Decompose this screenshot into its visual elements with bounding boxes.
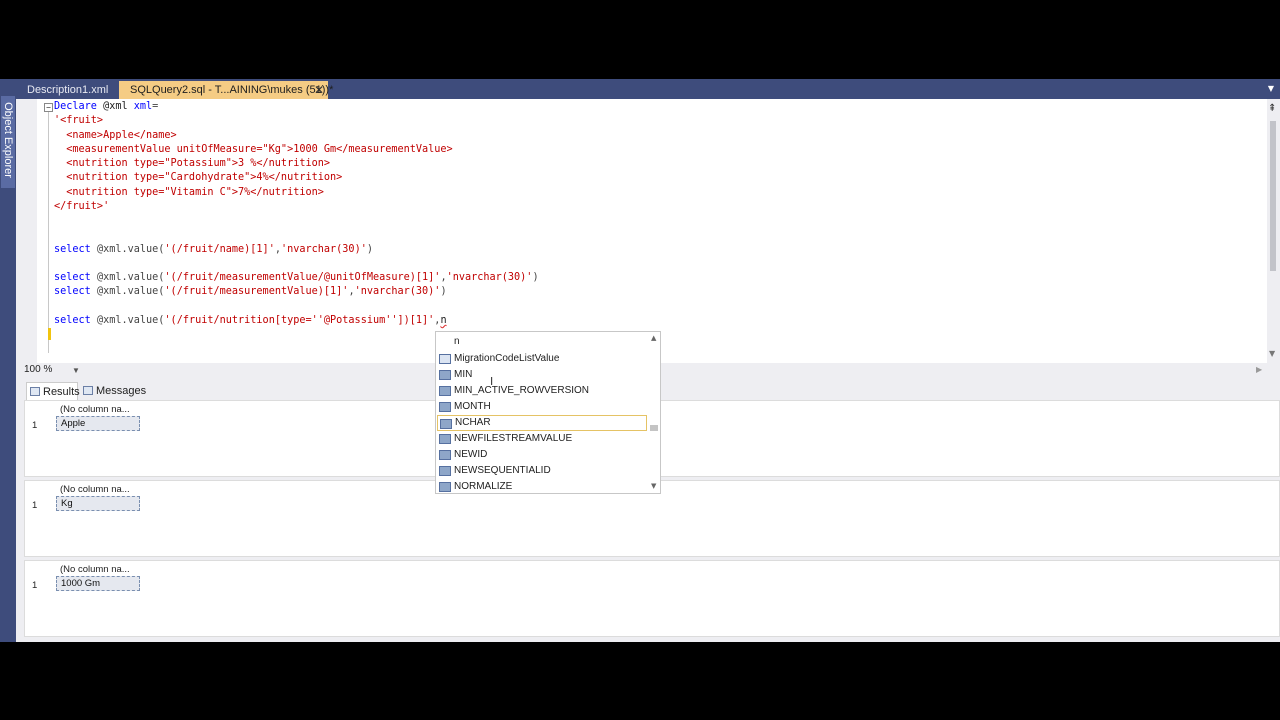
tab-messages[interactable]: Messages xyxy=(82,382,152,400)
split-icon[interactable]: ⇞ xyxy=(1268,103,1276,114)
completion-item[interactable]: MIN xyxy=(437,367,647,383)
completion-item[interactable]: NEWFILESTREAMVALUE xyxy=(437,431,647,447)
code-line: <name>Apple</name> xyxy=(54,130,177,141)
tab-overflow-chevron-icon[interactable]: ▼ xyxy=(1268,84,1274,93)
completion-item[interactable]: NEWSEQUENTIALID xyxy=(437,463,647,479)
intellisense-filter-text: n xyxy=(454,336,460,347)
function-icon xyxy=(440,419,452,429)
function-icon xyxy=(439,482,451,492)
chevron-down-icon: ▼ xyxy=(72,366,80,375)
document-tab-strip: Description1.xml SQLQuery2.sql - T...AIN… xyxy=(16,79,1280,99)
editor-vertical-scrollbar[interactable]: ⇞ ▼ xyxy=(1267,99,1280,363)
function-icon xyxy=(439,386,451,396)
function-icon xyxy=(439,466,451,476)
code-line: <nutrition type="Vitamin C">7%</nutritio… xyxy=(54,187,324,198)
result-grid[interactable]: (No column na... 1 1000 Gm xyxy=(24,560,1280,637)
completion-item-selected[interactable]: NCHAR xyxy=(437,415,647,431)
scroll-down-icon[interactable]: ▼ xyxy=(651,482,656,490)
object-explorer-label: Object Explorer xyxy=(2,102,14,178)
zoom-select[interactable]: 100 % ▼ xyxy=(24,364,80,378)
result-cell[interactable]: Kg xyxy=(56,496,140,511)
row-number[interactable]: 1 xyxy=(32,580,37,591)
completion-label: MIN xyxy=(454,369,473,380)
tab-messages-label: Messages xyxy=(96,385,147,397)
collapse-icon[interactable]: − xyxy=(44,103,53,112)
completion-label: MigrationCodeListValue xyxy=(454,353,560,364)
tab-description-xml[interactable]: Description1.xml xyxy=(16,81,124,99)
change-marker xyxy=(48,328,51,340)
close-icon[interactable]: ✕ xyxy=(314,81,324,99)
code-line: <nutrition type="Potassium">3 %</nutriti… xyxy=(54,158,331,169)
function-icon xyxy=(439,434,451,444)
outline-guide xyxy=(48,103,49,353)
row-number[interactable]: 1 xyxy=(32,500,37,511)
code-line: select @xml.value('(/fruit/name)[1]','nv… xyxy=(54,244,373,255)
scroll-down-icon[interactable]: ▼ xyxy=(1269,349,1275,358)
completion-label: NEWID xyxy=(454,449,488,460)
completion-label: NEWFILESTREAMVALUE xyxy=(454,433,573,444)
result-cell[interactable]: Apple xyxy=(56,416,140,431)
tab-label: SQLQuery2.sql - T...AINING\mukes (51))* xyxy=(130,84,334,96)
messages-icon xyxy=(83,386,93,395)
code-line: <nutrition type="Cardohydrate">4%</nutri… xyxy=(54,172,343,183)
type-icon xyxy=(439,354,451,364)
scrollbar-thumb[interactable] xyxy=(650,425,658,431)
scroll-up-icon[interactable]: ▲ xyxy=(651,334,656,342)
intellisense-scrollbar[interactable]: ▲ ▼ xyxy=(648,332,660,493)
completion-item[interactable]: MONTH xyxy=(437,399,647,415)
row-number[interactable]: 1 xyxy=(32,420,37,431)
code-line: '<fruit> xyxy=(54,115,104,126)
code-line: <measurementValue unitOfMeasure="Kg">100… xyxy=(54,144,453,155)
grid-icon xyxy=(30,387,40,396)
ssms-window: Object Explorer Description1.xml SQLQuer… xyxy=(0,79,1280,642)
tab-sqlquery2[interactable]: SQLQuery2.sql - T...AINING\mukes (51))* … xyxy=(119,81,333,99)
tab-results[interactable]: Results xyxy=(26,382,80,400)
query-editor[interactable]: − Declare @xml xml= '<fruit> <name>Apple… xyxy=(37,99,1267,363)
code-line: </fruit>' xyxy=(54,201,110,212)
scroll-right-icon[interactable]: ▶ xyxy=(1256,365,1262,374)
completion-label: MONTH xyxy=(454,401,491,412)
code-line: Declare @xml xml= xyxy=(54,101,159,112)
completion-item[interactable]: MIN_ACTIVE_ROWVERSION xyxy=(437,383,647,399)
completion-item[interactable]: MigrationCodeListValue xyxy=(437,351,647,367)
code-line-current: select @xml.value('(/fruit/nutrition[typ… xyxy=(54,315,447,326)
object-explorer-strip: Object Explorer xyxy=(0,79,16,642)
completion-label: MIN_ACTIVE_ROWVERSION xyxy=(454,385,590,396)
object-explorer-tab[interactable]: Object Explorer xyxy=(1,96,15,188)
completion-item[interactable]: NEWID xyxy=(437,447,647,463)
completion-item[interactable]: NORMALIZE xyxy=(437,479,647,495)
function-icon xyxy=(439,370,451,380)
function-icon xyxy=(439,450,451,460)
result-cell[interactable]: 1000 Gm xyxy=(56,576,140,591)
code-line: select @xml.value('(/fruit/measurementVa… xyxy=(54,286,447,297)
code-line: select @xml.value('(/fruit/measurementVa… xyxy=(54,272,539,283)
text-cursor-icon: I xyxy=(490,375,494,388)
intellisense-list[interactable]: MigrationCodeListValue MIN MIN_ACTIVE_RO… xyxy=(437,351,647,495)
tab-label: Description1.xml xyxy=(27,84,109,96)
completion-label: NEWSEQUENTIALID xyxy=(454,465,551,476)
completion-label: NORMALIZE xyxy=(454,481,513,492)
function-icon xyxy=(439,402,451,412)
completion-label: NCHAR xyxy=(455,417,491,428)
zoom-value: 100 % xyxy=(24,364,53,375)
tab-results-label: Results xyxy=(43,386,80,398)
intellisense-popup[interactable]: n MigrationCodeListValue MIN MIN_ACTIVE_… xyxy=(435,331,661,494)
scrollbar-thumb[interactable] xyxy=(1270,121,1276,271)
